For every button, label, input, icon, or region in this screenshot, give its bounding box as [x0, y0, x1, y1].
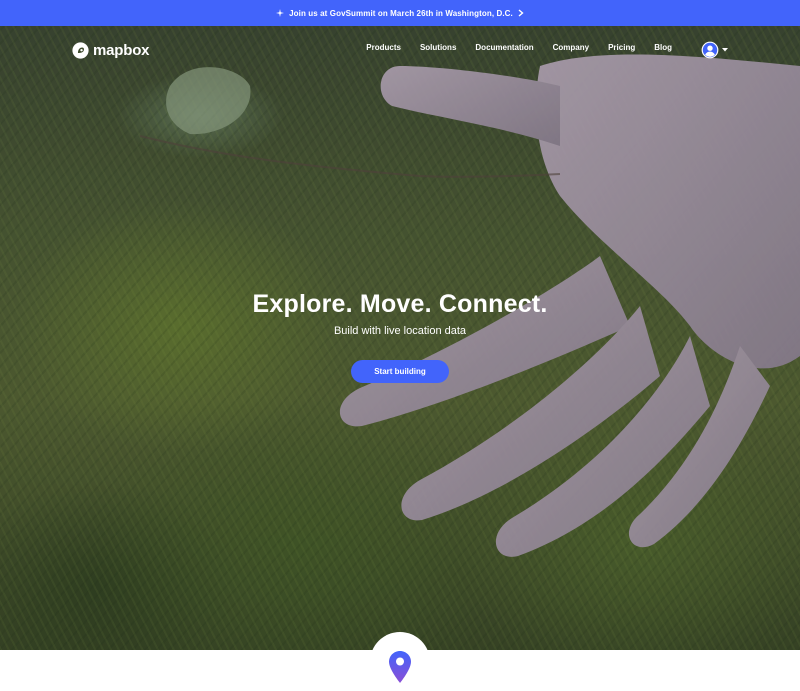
mapbox-logo[interactable]: mapbox	[72, 40, 150, 60]
top-nav: mapbox Products Solutions Documentation …	[0, 26, 800, 74]
nav-company[interactable]: Company	[553, 43, 589, 52]
announcement-bar[interactable]: Join us at GovSummit on March 26th in Wa…	[0, 0, 800, 26]
hero-subtitle: Build with live location data	[333, 325, 467, 337]
nav-blog[interactable]: Blog	[654, 43, 672, 52]
caret-down-icon	[722, 48, 728, 52]
chevron-right-icon	[518, 9, 524, 17]
hero-title: Explore. Move. Connect.	[252, 290, 548, 318]
user-menu-button[interactable]	[701, 41, 728, 59]
nav-products[interactable]: Products	[366, 43, 401, 52]
main-menu: Products Solutions Documentation Company…	[347, 43, 672, 52]
mapbox-logo-icon	[72, 41, 89, 59]
brand-name: mapbox	[93, 41, 150, 59]
map-pin-icon	[389, 651, 411, 683]
nav-solutions[interactable]: Solutions	[420, 43, 456, 52]
nav-pricing[interactable]: Pricing	[608, 43, 635, 52]
sparkle-icon	[276, 9, 285, 17]
user-avatar-icon	[701, 41, 719, 59]
hero-overlay	[0, 26, 800, 650]
announcement-text: Join us at GovSummit on March 26th in Wa…	[289, 8, 513, 18]
nav-documentation[interactable]: Documentation	[475, 43, 533, 52]
hero-background	[0, 26, 800, 650]
start-building-button[interactable]: Start building	[351, 360, 449, 383]
